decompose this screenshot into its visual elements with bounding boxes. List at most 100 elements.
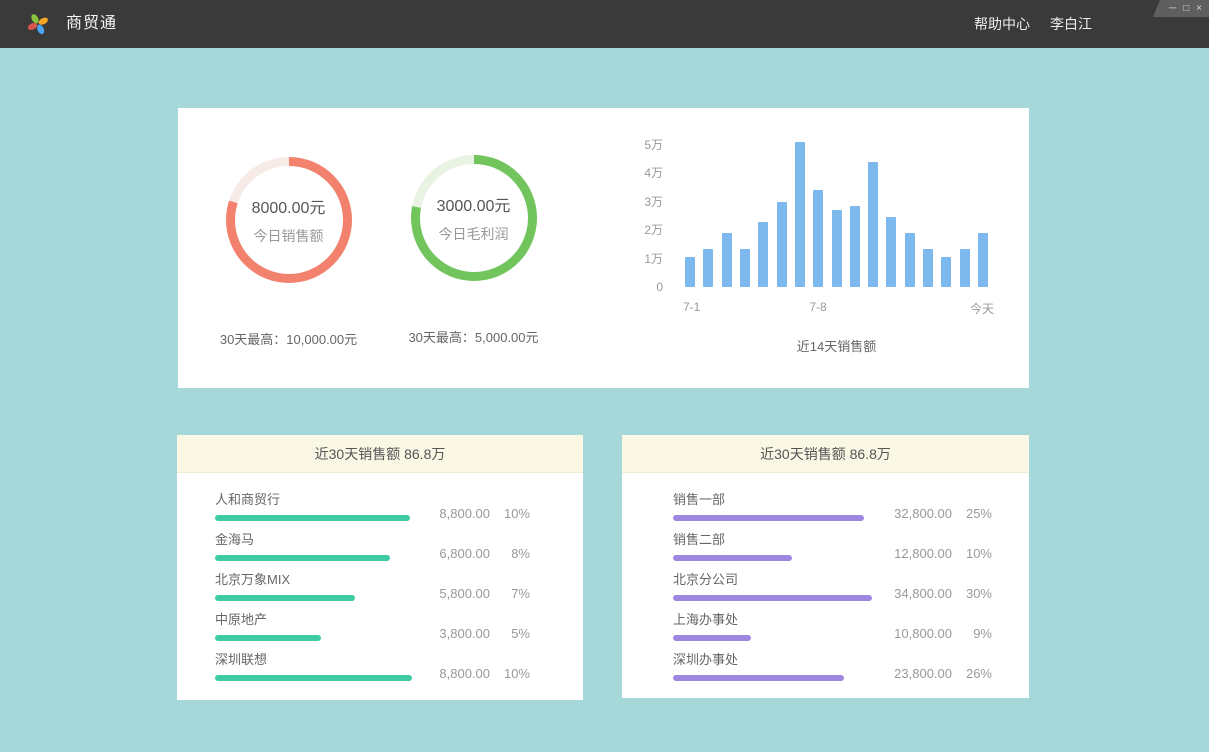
list-item-bar (215, 675, 412, 681)
x-tick-mid: 7-8 (809, 300, 826, 314)
bar (758, 222, 768, 287)
list-item-bar-track (215, 675, 412, 681)
list-item-bar-track (215, 515, 412, 521)
list-item-bar-track (215, 595, 412, 601)
list-item-bar (673, 635, 751, 641)
department-sales-card: 近30天销售额 86.8万 销售一部 32,800.00 25% 销售二部 12… (622, 435, 1029, 698)
list-item: 北京分公司 34,800.00 30% (673, 571, 992, 601)
list-item-label: 销售一部 (673, 491, 874, 509)
today-sales-metric: 8000.00元 今日销售额 30天最高：10,000.00元 (206, 157, 371, 348)
window-controls: ─ □ × (1147, 0, 1209, 17)
customer-sales-card: 近30天销售额 86.8万 人和商贸行 8,800.00 10% 金海马 6,8… (177, 435, 583, 700)
bar (722, 233, 732, 287)
list-item-label: 中原地产 (215, 611, 412, 629)
list-item-bar-track (673, 635, 874, 641)
list-item-bar (673, 675, 844, 681)
list-item: 销售二部 12,800.00 10% (673, 531, 992, 561)
list-item-percent: 5% (490, 626, 530, 641)
list-item-bar (673, 515, 864, 521)
today-profit-value: 3000.00元 (437, 192, 511, 216)
list-item-amount: 6,800.00 (412, 546, 490, 561)
bar-chart-x-axis: 7-1 7-8 今天 (685, 300, 988, 316)
list-item-percent: 10% (952, 546, 992, 561)
list-item-bar (673, 555, 792, 561)
list-item-label: 北京分公司 (673, 571, 874, 589)
bar (923, 249, 933, 287)
minimize-icon[interactable]: ─ (1169, 0, 1176, 17)
list-item: 深圳联想 8,800.00 10% (215, 651, 530, 681)
list-item-percent: 30% (952, 586, 992, 601)
list-item: 销售一部 32,800.00 25% (673, 491, 992, 521)
bar (813, 190, 823, 287)
overview-card: 8000.00元 今日销售额 30天最高：10,000.00元 3000.00元… (178, 108, 1029, 388)
list-item-label: 深圳办事处 (673, 651, 874, 669)
list-item-percent: 10% (490, 666, 530, 681)
list-item-amount: 12,800.00 (874, 546, 952, 561)
list-item-amount: 3,800.00 (412, 626, 490, 641)
y-tick-label: 0 (623, 279, 663, 295)
list-item: 人和商贸行 8,800.00 10% (215, 491, 530, 521)
list-item: 北京万象MIX 5,800.00 7% (215, 571, 530, 601)
titlebar: 商贸通 帮助中心 李白江 ─ □ × (0, 0, 1209, 48)
list-item-label: 人和商贸行 (215, 491, 412, 509)
list-item-label: 金海马 (215, 531, 412, 549)
today-profit-metric: 3000.00元 今日毛利润 30天最高：5,000.00元 (391, 155, 556, 346)
close-icon[interactable]: × (1196, 0, 1202, 17)
list-item-bar (215, 515, 410, 521)
bar (685, 257, 695, 287)
today-profit-label: 今日毛利润 (439, 224, 509, 244)
bar-chart-bars (685, 145, 988, 287)
list-item-amount: 32,800.00 (874, 506, 952, 521)
list-item-bar (673, 595, 872, 601)
user-name-link[interactable]: 李白江 (1050, 14, 1092, 34)
list-item-label: 深圳联想 (215, 651, 412, 669)
sales-14d-bar-chart: 7-1 7-8 今天 近14天销售额 (685, 145, 988, 287)
list-item-bar (215, 595, 355, 601)
bar-chart-title: 近14天销售额 (797, 336, 876, 355)
list-item-amount: 8,800.00 (412, 506, 490, 521)
list-item-bar-track (673, 555, 874, 561)
list-item-bar (215, 555, 390, 561)
today-sales-label: 今日销售额 (254, 226, 324, 246)
list-item-bar-track (673, 595, 874, 601)
customer-sales-list: 人和商贸行 8,800.00 10% 金海马 6,800.00 8% 北京万象M… (177, 473, 583, 681)
list-item-percent: 9% (952, 626, 992, 641)
today-profit-donut-chart: 3000.00元 今日毛利润 (411, 155, 537, 281)
bar (868, 162, 878, 287)
x-tick-start: 7-1 (683, 300, 700, 314)
today-sales-caption: 30天最高：10,000.00元 (206, 329, 371, 348)
help-center-link[interactable]: 帮助中心 (974, 14, 1030, 34)
list-item-amount: 8,800.00 (412, 666, 490, 681)
y-tick-label: 5万 (623, 137, 663, 153)
y-tick-label: 4万 (623, 165, 663, 181)
list-item-label: 销售二部 (673, 531, 874, 549)
today-profit-caption: 30天最高：5,000.00元 (391, 327, 556, 346)
customer-sales-card-title: 近30天销售额 86.8万 (177, 435, 583, 473)
y-tick-label: 3万 (623, 194, 663, 210)
list-item-percent: 26% (952, 666, 992, 681)
list-item-percent: 8% (490, 546, 530, 561)
titlebar-nav: 帮助中心 李白江 (974, 0, 1092, 48)
bar (777, 202, 787, 287)
maximize-icon[interactable]: □ (1183, 0, 1189, 17)
bar (832, 210, 842, 287)
list-item-bar (215, 635, 321, 641)
today-sales-value: 8000.00元 (252, 194, 326, 218)
bar (941, 257, 951, 287)
app-title: 商贸通 (66, 0, 117, 48)
list-item: 深圳办事处 23,800.00 26% (673, 651, 992, 681)
y-tick-label: 1万 (623, 251, 663, 267)
list-item: 金海马 6,800.00 8% (215, 531, 530, 561)
bar (703, 249, 713, 287)
x-tick-today: 今天 (970, 300, 994, 317)
list-item-amount: 23,800.00 (874, 666, 952, 681)
bar (740, 249, 750, 287)
list-item-percent: 10% (490, 506, 530, 521)
bar (850, 206, 860, 287)
bar (886, 217, 896, 287)
list-item-bar-track (215, 635, 412, 641)
list-item-amount: 5,800.00 (412, 586, 490, 601)
list-item: 上海办事处 10,800.00 9% (673, 611, 992, 641)
app-logo-pinwheel-icon (26, 12, 50, 36)
y-tick-label: 2万 (623, 222, 663, 238)
